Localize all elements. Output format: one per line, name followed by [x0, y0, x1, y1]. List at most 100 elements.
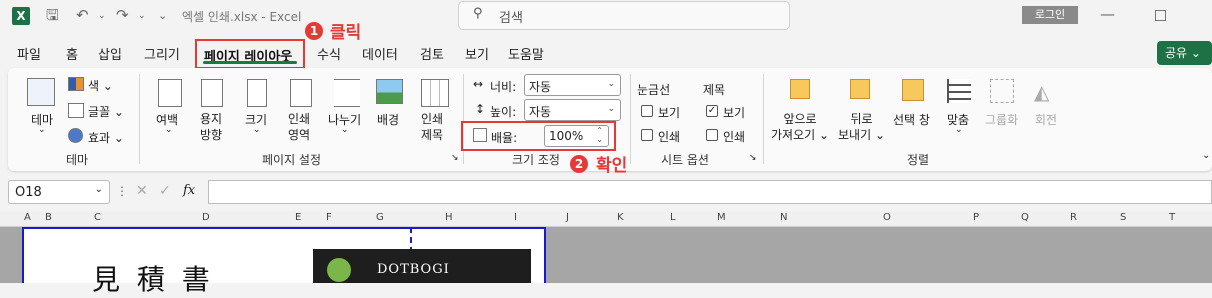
page-setup-group-label: 페이지 설정: [262, 153, 322, 167]
gridlines-print-label: 인쇄: [658, 130, 681, 144]
scale-icon: [473, 128, 487, 142]
name-box[interactable]: O18 ⌄: [8, 180, 110, 204]
selection-pane-button[interactable]: 선택 창: [893, 111, 930, 128]
bring-forward-button[interactable]: 앞으로 가져오기 ⌄: [771, 111, 829, 143]
rotate-icon: ◭: [1034, 80, 1050, 104]
orientation-icon: [201, 79, 223, 107]
document-title: 見 積 書: [92, 263, 214, 296]
background-icon: [376, 79, 403, 104]
undo-icon[interactable]: ↶: [76, 0, 89, 30]
height-icon: ↕: [475, 102, 486, 116]
column-header[interactable]: C: [94, 212, 101, 223]
column-header[interactable]: A: [24, 212, 31, 223]
headings-print-checkbox[interactable]: [706, 129, 718, 141]
width-label: 너비:: [490, 80, 517, 94]
headings-view-label: 보기: [723, 106, 746, 120]
search-placeholder: 검색: [499, 11, 523, 26]
redo-dropdown-icon[interactable]: ⌄: [138, 1, 146, 31]
step1-badge: 1: [305, 22, 323, 40]
tab-page-layout[interactable]: 페이지 레이아웃: [195, 39, 305, 69]
column-header[interactable]: B: [45, 212, 52, 223]
login-button[interactable]: 로그인: [1022, 6, 1078, 24]
insert-function-icon[interactable]: fx: [183, 183, 195, 198]
column-header[interactable]: D: [202, 212, 210, 223]
margins-icon: [158, 79, 182, 107]
column-header[interactable]: N: [780, 212, 787, 223]
margins-dropdown-icon[interactable]: ⌄: [165, 125, 173, 135]
maximize-icon[interactable]: [1155, 10, 1166, 21]
tab-review[interactable]: 검토: [420, 44, 444, 63]
print-titles-button[interactable]: 인쇄 제목: [421, 111, 443, 143]
sheet-options-launcher-icon[interactable]: ↘: [749, 153, 757, 163]
tab-view[interactable]: 보기: [465, 44, 489, 63]
gridlines-print-checkbox[interactable]: [641, 129, 653, 141]
column-header[interactable]: E: [295, 212, 301, 223]
colors-button[interactable]: 색 ⌄: [88, 77, 113, 94]
tab-home[interactable]: 홈: [66, 44, 78, 63]
share-label: 공유: [1165, 46, 1188, 60]
height-select[interactable]: 자동 ⌄: [524, 99, 621, 121]
name-box-dropdown-icon[interactable]: ⌄: [95, 184, 103, 195]
headings-view-checkbox[interactable]: ✓: [706, 105, 718, 117]
column-header[interactable]: L: [670, 212, 676, 223]
height-label: 높이:: [490, 105, 517, 119]
tab-insert[interactable]: 삽입: [98, 44, 122, 63]
tab-draw[interactable]: 그리기: [144, 44, 180, 63]
column-header[interactable]: R: [1070, 212, 1077, 223]
column-header[interactable]: I: [514, 212, 517, 223]
search-box[interactable]: ⚲ 검색: [458, 1, 790, 30]
collapse-ribbon-icon[interactable]: ⌄: [1202, 150, 1210, 161]
send-backward-icon: [850, 79, 870, 99]
align-icon: [947, 79, 971, 103]
column-header[interactable]: H: [445, 212, 453, 223]
undo-dropdown-icon[interactable]: ⌄: [98, 1, 106, 31]
column-header[interactable]: O: [883, 212, 891, 223]
step2-label: 확인: [596, 156, 628, 176]
formula-input[interactable]: [208, 180, 1212, 204]
column-header[interactable]: G: [376, 212, 384, 223]
print-area-button[interactable]: 인쇄 영역: [288, 111, 310, 143]
cancel-icon[interactable]: ✕: [136, 183, 148, 199]
save-icon[interactable]: 🖫: [46, 0, 59, 30]
tab-data[interactable]: 데이터: [362, 44, 398, 63]
column-header[interactable]: S: [1120, 212, 1126, 223]
send-backward-button[interactable]: 뒤로 보내기 ⌄: [838, 111, 885, 143]
width-icon: ↔: [473, 77, 484, 91]
page-setup-launcher-icon[interactable]: ↘: [451, 153, 459, 163]
column-header[interactable]: P: [973, 212, 979, 223]
column-header[interactable]: K: [617, 212, 624, 223]
rotate-button[interactable]: 회전: [1035, 111, 1057, 128]
effects-button[interactable]: 효과 ⌄: [88, 129, 124, 146]
step1-label: 클릭: [330, 23, 362, 43]
minimize-icon[interactable]: —: [1100, 0, 1115, 29]
gridlines-view-checkbox[interactable]: [641, 105, 653, 117]
size-dropdown-icon[interactable]: ⌄: [253, 125, 261, 135]
group-icon: [990, 79, 1014, 103]
redo-icon[interactable]: ↷: [116, 0, 129, 30]
enter-icon[interactable]: ✓: [159, 183, 171, 199]
align-dropdown-icon[interactable]: ⌄: [955, 125, 963, 135]
scale-group-label: 크기 조정: [512, 153, 560, 167]
tab-file[interactable]: 파일: [17, 44, 41, 63]
scale-input[interactable]: 100% ⌃ ⌄: [544, 125, 609, 147]
themes-dropdown-icon[interactable]: ⌄: [38, 125, 46, 135]
share-button[interactable]: 공유 ⌄: [1157, 41, 1212, 65]
column-header[interactable]: Q: [1021, 212, 1029, 223]
column-header[interactable]: M: [717, 212, 726, 223]
themes-icon[interactable]: [27, 78, 55, 106]
tab-formulas[interactable]: 수식: [317, 44, 341, 63]
tab-help[interactable]: 도움말: [508, 44, 544, 63]
width-select[interactable]: 자동 ⌄: [524, 74, 621, 96]
column-header[interactable]: J: [566, 212, 569, 223]
fonts-button[interactable]: 글꼴 ⌄: [88, 103, 124, 120]
breaks-dropdown-icon[interactable]: ⌄: [341, 125, 349, 135]
group-button[interactable]: 그룹화: [985, 111, 1018, 128]
background-button[interactable]: 배경: [377, 111, 399, 128]
formula-options-icon[interactable]: ⋮: [116, 184, 128, 198]
excel-logo-icon: X: [12, 7, 30, 25]
window-title: 엑셀 인쇄.xlsx - Excel: [182, 10, 302, 24]
column-header[interactable]: F: [326, 212, 332, 223]
orientation-button[interactable]: 용지 방향: [200, 111, 222, 143]
column-header[interactable]: T: [1169, 212, 1175, 223]
customize-toolbar-icon[interactable]: ⌄: [158, 1, 167, 31]
